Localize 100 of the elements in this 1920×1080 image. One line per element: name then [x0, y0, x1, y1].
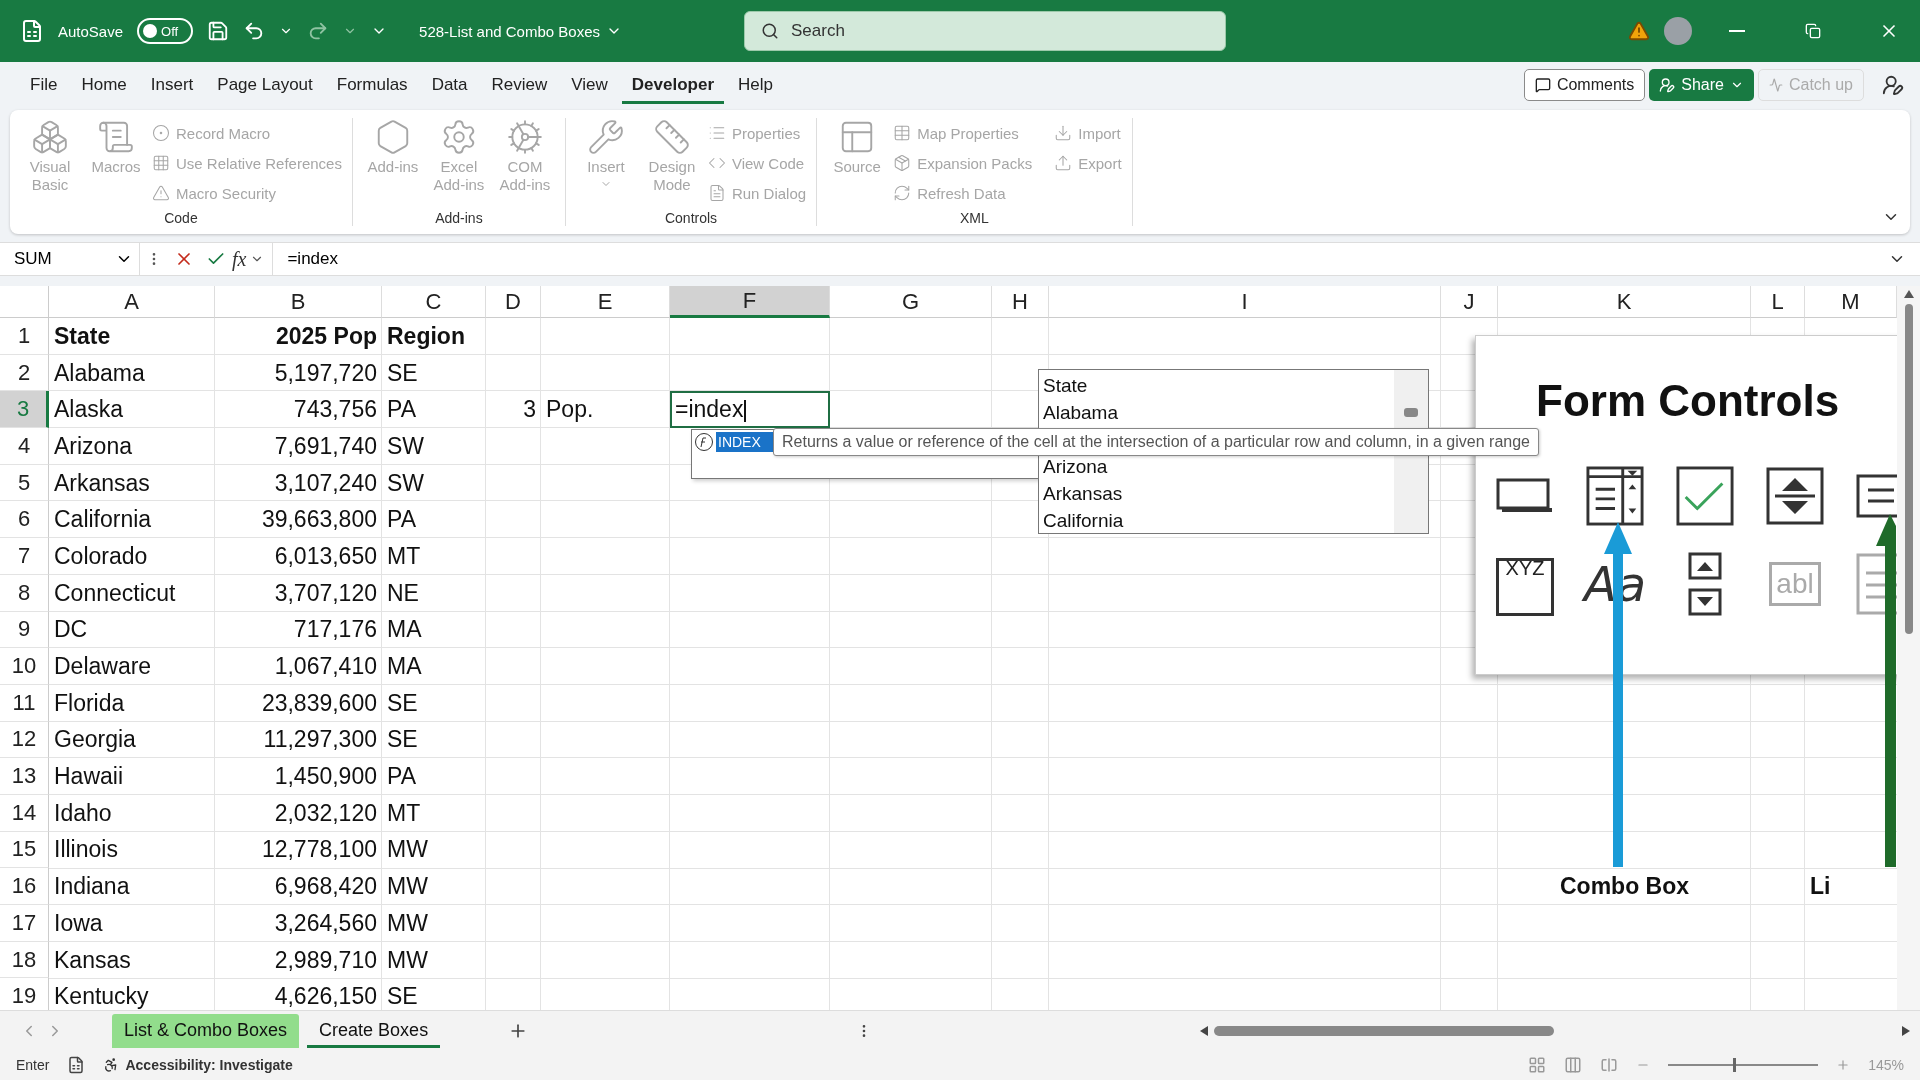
group-label: XML — [958, 210, 990, 226]
normal-view-icon[interactable] — [1528, 1056, 1547, 1074]
page-break-icon[interactable] — [1600, 1056, 1619, 1074]
active-cell[interactable]: =index — [670, 391, 830, 429]
table-cell: Florida — [54, 689, 125, 717]
table-cell: Delaware — [54, 653, 152, 681]
list-item[interactable]: Arizona — [1043, 453, 1390, 480]
accessibility-status[interactable]: Accessibility: Investigate — [125, 1057, 293, 1073]
list-item[interactable]: State — [1043, 372, 1390, 399]
column-header[interactable]: E — [541, 286, 670, 318]
table-cell: Idaho — [54, 799, 112, 827]
table-cell: SW — [387, 469, 425, 497]
column-header[interactable]: D — [486, 286, 541, 318]
table-cell: Kansas — [54, 946, 131, 974]
cog-icon — [505, 118, 544, 156]
table-cell: 743,756 — [293, 396, 377, 424]
warning-icon — [152, 184, 170, 202]
table-cell: Arkansas — [54, 469, 150, 497]
table-cell: 6,013,650 — [274, 542, 377, 570]
autosave-toggle[interactable]: Off — [137, 18, 194, 44]
column-header[interactable]: A — [49, 286, 215, 318]
table-cell: Georgia — [54, 726, 136, 754]
scroll-up-icon[interactable] — [1903, 290, 1914, 298]
column-header[interactable]: I — [1049, 286, 1441, 318]
table-cell: Colorado — [54, 542, 148, 570]
page-layout-icon[interactable] — [1564, 1056, 1583, 1074]
table-cell: 1,450,900 — [274, 763, 377, 791]
row-header[interactable]: 18 — [0, 941, 49, 979]
package-icon — [893, 154, 912, 172]
download-icon — [1054, 124, 1073, 142]
spin-button-icon — [1766, 467, 1824, 525]
button-control-icon — [1496, 478, 1554, 514]
row-header[interactable]: 15 — [0, 831, 49, 869]
list-item[interactable]: California — [1043, 507, 1390, 534]
vertical-scrollbar[interactable] — [1897, 286, 1920, 1010]
table-cell: 39,663,800 — [261, 506, 377, 534]
coauthor-icon[interactable] — [1882, 74, 1904, 96]
menu-tab[interactable]: Page Layout — [207, 66, 323, 104]
form-controls-title: Form Controls — [1536, 376, 1840, 426]
column-header[interactable]: B — [215, 286, 382, 318]
column-header[interactable]: H — [992, 286, 1049, 318]
table-cell: Illinois — [54, 836, 118, 864]
list-item[interactable]: Alabama — [1043, 399, 1390, 426]
column-header[interactable]: L — [1751, 286, 1805, 318]
menu-tab[interactable]: Data — [421, 66, 478, 104]
sheet-tab[interactable]: Create Boxes — [307, 1013, 441, 1048]
share-button[interactable]: Share — [1649, 69, 1754, 101]
table-cell: NE — [387, 579, 419, 607]
scroll-thumb[interactable] — [1904, 304, 1913, 634]
column-header[interactable]: K — [1498, 286, 1751, 318]
table-cell: Hawaii — [54, 763, 124, 791]
table-cell: Alaska — [54, 396, 124, 424]
combo-box-icon — [1586, 465, 1644, 527]
sheet-tab[interactable]: List & Combo Boxes — [112, 1013, 300, 1048]
row-header[interactable]: 16 — [0, 868, 49, 905]
menu-tab[interactable]: Developer — [621, 66, 725, 104]
menu-tab[interactable]: Help — [728, 66, 783, 104]
row-header[interactable]: 19 — [0, 978, 49, 1010]
scroll-bar-icon — [1688, 552, 1722, 616]
table-cell: 4,626,150 — [274, 983, 377, 1010]
autocomplete-item[interactable]: INDEX — [716, 432, 775, 452]
formula-field[interactable]: =index — [272, 243, 1874, 275]
table-cell: 3,264,560 — [274, 909, 377, 937]
comments-button[interactable]: Comments — [1523, 69, 1646, 101]
list-item[interactable]: Arkansas — [1043, 480, 1390, 507]
menu-tab[interactable]: File — [20, 66, 68, 104]
menu-tab[interactable]: Review — [481, 66, 558, 104]
document-icon — [707, 184, 726, 202]
column-header[interactable]: C — [382, 286, 486, 318]
table-cell: 23,839,600 — [261, 689, 377, 717]
file-name[interactable]: 528-List and Combo Boxes — [419, 22, 622, 40]
table-cell: 3,107,240 — [274, 469, 377, 497]
menu-tab[interactable]: Insert — [140, 66, 204, 104]
table-cell: Arizona — [54, 432, 132, 460]
menu-tab[interactable]: View — [561, 66, 618, 104]
column-header[interactable]: F — [670, 286, 830, 318]
table-cell: 3,707,120 — [274, 579, 377, 607]
menu-tab[interactable]: Formulas — [326, 66, 418, 104]
table-cell: Connecticut — [54, 579, 176, 607]
avatar[interactable] — [1664, 17, 1692, 45]
search-field[interactable]: Search — [744, 11, 1226, 51]
table-cell: Kentucky — [54, 983, 149, 1010]
group-label: Code — [163, 210, 199, 226]
warning-icon[interactable] — [1628, 20, 1650, 42]
column-header[interactable]: G — [830, 286, 992, 318]
name-box[interactable]: SUM — [0, 243, 140, 275]
row-header[interactable]: 3 — [0, 391, 49, 429]
table-cell: MW — [387, 836, 428, 864]
checkbox-control-icon — [1676, 465, 1734, 527]
insert-function-button[interactable]: fx — [232, 247, 247, 271]
table-cell: 717,176 — [293, 616, 377, 644]
column-header[interactable]: M — [1805, 286, 1897, 318]
list-icon — [707, 124, 726, 142]
menu-tab[interactable]: Home — [71, 66, 137, 104]
save-icon[interactable] — [207, 20, 230, 42]
scroll-left-icon[interactable] — [1200, 1025, 1208, 1036]
function-icon — [694, 432, 714, 452]
table-cell: 5,197,720 — [274, 359, 377, 387]
scroll-right-icon[interactable] — [1902, 1025, 1910, 1036]
column-header[interactable]: J — [1441, 286, 1498, 318]
